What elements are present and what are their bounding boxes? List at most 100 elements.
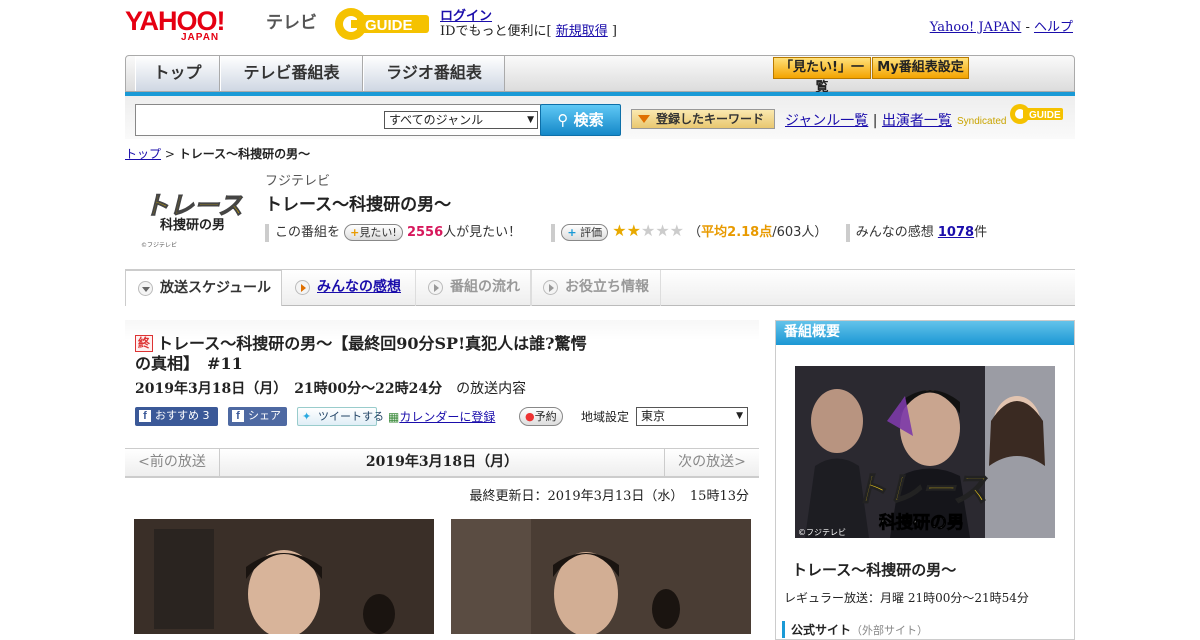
next-broadcast-link[interactable]: 次の放送> [664,449,759,477]
station-name: フジテレビ [265,174,331,189]
rating-star-icon: ★ [626,221,641,240]
signup-link[interactable]: 新規取得 [556,24,608,39]
program-stats: この番組を +見たい! 2556人が見たい！ + 評価 ★★★★★ （平均2.1… [265,221,987,242]
mitai-count: 2556 [406,225,444,240]
tab-label: 番組の流れ [450,279,520,295]
gguide-logo[interactable]: GUIDE [333,5,433,47]
program-thumbnail: トレース 科捜研の男 ©フジテレビ [138,182,253,250]
episode-datetime: 2019年3月18日（月） 21時00分～22時24分 [135,381,443,397]
episode-photo-1 [134,519,434,634]
nav-tab-top[interactable]: トップ [135,56,220,91]
play-arrow-icon [295,280,310,295]
reserve-button[interactable]: ●予約 [519,407,563,426]
search-button-label: 検索 [573,111,604,129]
record-dot-icon: ● [525,410,535,423]
nav-tab-tv-schedule[interactable]: テレビ番組表 [220,56,363,91]
external-note: （外部サイト） [851,624,929,637]
rating-star-icon: ★ [612,221,627,240]
keyword-button[interactable]: 登録したキーワード [631,109,775,129]
yahoo-japan-link[interactable]: Yahoo! JAPAN [930,20,1022,35]
tweet-label: ツイートする [318,410,384,423]
facebook-icon: f [232,410,244,422]
service-name: テレビ [266,13,317,33]
sidebar-program-title: トレース～科捜研の男～ [792,561,957,579]
mitai-button[interactable]: +見たい! [344,224,403,241]
tab-label: お役立ち情報 [565,279,649,295]
plus-icon: + [350,226,360,239]
rating-star-icon: ★ [640,221,656,240]
share-label: シェア [248,409,281,422]
help-link[interactable]: ヘルプ [1034,20,1073,35]
tab-broadcast-schedule[interactable]: 放送スケジュール [125,270,282,306]
official-site-label: 公式サイト [791,623,852,637]
program-tabs: 放送スケジュール みんなの感想 番組の流れ お役立ち情報 [125,269,1075,306]
broadcast-pager: <前の放送 2019年3月18日（月） 次の放送> [125,448,759,478]
syndicated-gguide: Syndicated GUIDE [957,102,1065,127]
program-title: トレース～科捜研の男～ [265,195,452,215]
rating-stars: ★★★★★ [612,221,684,240]
region-select[interactable]: 東京 [636,407,748,426]
episode-number: #11 [207,354,243,373]
syndicated-text: Syndicated [957,116,1007,127]
episode-date: 2019年3月18日（月） 21時00分～22時24分 の放送内容 [135,378,526,398]
mitai-button-label: 見たい! [359,226,397,239]
regular-broadcast: レギュラー放送：月曜 21時00分～21時54分 [784,591,1029,605]
episode-photo-2 [451,519,751,634]
tweet-button[interactable]: ✦ ツイートする [297,407,384,426]
rating-open: （ [688,225,702,240]
rating-star-icon: ★ [669,221,684,240]
last-updated: 最終更新日：2019年3月13日（水） 15時13分 [469,489,749,504]
calendar-register[interactable]: ▦カレンダーに登録 [388,408,495,425]
rating-star-icon: ★ [655,221,670,240]
reserve-label: 予約 [534,410,557,423]
yahoo-logo[interactable]: YAHOO! JAPAN [125,6,265,43]
divider [265,223,269,242]
program-poster: トレース 科捜研の男 ©フジテレビ [795,366,1055,538]
search-bar: すべてのジャンル ⚲ 検索 登録したキーワード ジャンル一覧 | 出演者一覧 S… [125,96,1075,139]
rate-button[interactable]: + 評価 [561,224,609,241]
cast-list-link[interactable]: 出演者一覧 [882,113,952,129]
fb-recommend-button[interactable]: f おすすめ 3 [135,407,218,426]
gguide-mini-logo: GUIDE [1010,104,1064,124]
genre-list-link[interactable]: ジャンル一覧 [785,113,868,129]
play-arrow-icon [428,280,443,295]
sidebar-heading: 番組概要 [776,321,1074,345]
play-arrow-icon [543,280,558,295]
svg-text:トレース: トレース [853,470,987,510]
svg-text:科捜研の男: 科捜研の男 [879,512,964,533]
nav-tab-radio-schedule[interactable]: ラジオ番組表 [363,56,505,91]
svg-text:©フジテレビ: ©フジテレビ [798,528,846,537]
chevron-down-icon [138,281,153,296]
mitai-suffix: 人が見たい！ [443,225,522,240]
impressions-count-link[interactable]: 1078 [938,225,974,240]
rating-average: 平均2.18点 [701,225,773,240]
recommend-count: 3 [202,409,210,422]
episode-title: 終トレース～科捜研の男～【最終回90分SP!真犯人は誰?驚愕の真相】 #11 [135,334,595,374]
impressions-label: みんなの感想 [855,225,934,240]
login-sub-prefix: IDでもっと便利に[ [440,24,556,39]
mitai-list-button[interactable]: 「見たい!」一覧 [773,57,871,95]
rating-count: /603人） [772,225,828,240]
calendar-link[interactable]: カレンダーに登録 [399,410,495,424]
gguide-text: GUIDE [365,17,413,34]
my-schedule-button[interactable]: My番組表設定 [872,57,969,79]
fb-share-button[interactable]: f シェア [228,407,287,426]
breadcrumb: トップ > トレース～科捜研の男～ [125,145,310,162]
breadcrumb-top[interactable]: トップ [125,147,161,161]
twitter-bird-icon: ✦ [302,410,312,423]
link-separator: - [1021,20,1034,35]
program-overview-sidebar: 番組概要 トレース 科捜研の男 ©フジテレビ トレース～科捜研の男～ レギュラー… [775,320,1075,640]
search-button[interactable]: ⚲ 検索 [540,104,621,136]
svg-text:©フジテレビ: ©フジテレビ [141,241,177,249]
genre-select[interactable]: すべてのジャンル [384,111,538,129]
current-broadcast-date: 2019年3月18日（月） [365,454,519,470]
search-icon: ⚲ [557,111,574,129]
mitai-prefix: この番組を [275,225,341,240]
episode-title-text: トレース～科捜研の男～【最終回90分SP!真犯人は誰?驚愕の真相】 [135,334,587,373]
svg-text:トレース: トレース [144,191,243,220]
prev-broadcast-link[interactable]: <前の放送 [125,449,220,477]
end-badge: 終 [135,335,154,352]
tab-program-flow: 番組の流れ [415,270,531,306]
episode-panel: 終トレース～科捜研の男～【最終回90分SP!真犯人は誰?驚愕の真相】 #11 2… [125,320,759,447]
breadcrumb-current: トレース～科捜研の男～ [178,147,311,161]
